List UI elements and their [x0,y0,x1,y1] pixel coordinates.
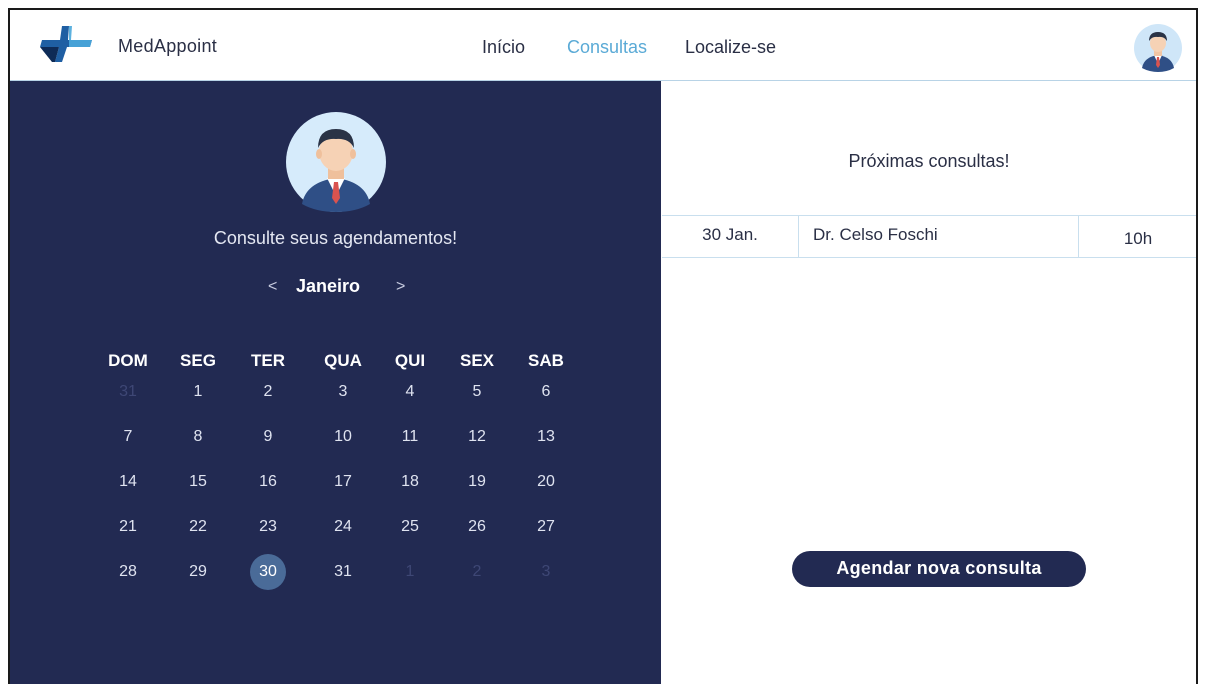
weekday-header: SAB [528,351,564,370]
weekday-header: QUA [324,351,362,370]
calendar-day[interactable]: 9 [248,422,288,452]
clipped-caption [0,0,1206,8]
calendar-day[interactable]: 6 [526,377,566,407]
calendar-day[interactable]: 28 [108,557,148,587]
calendar-day[interactable]: 3 [323,377,363,407]
calendar-day[interactable]: 21 [108,512,148,542]
calendar-day[interactable]: 5 [457,377,497,407]
calendar-day[interactable]: 14 [108,467,148,497]
calendar-subtitle: Consulte seus agendamentos! [213,228,458,248]
appointment-date: 30 Jan. [662,216,799,257]
calendar-day[interactable]: 8 [178,422,218,452]
calendar-day[interactable]: 17 [323,467,363,497]
user-avatar-icon[interactable] [1134,24,1182,72]
user-avatar-icon [286,112,386,212]
calendar-day[interactable]: 7 [108,422,148,452]
weekday-header: SEG [180,351,216,370]
appointment-row[interactable]: 30 Jan. Dr. Celso Foschi 10h [662,215,1196,258]
app-name[interactable]: MedAppoint [118,36,217,57]
calendar-day[interactable]: 26 [457,512,497,542]
calendar-day[interactable]: 22 [178,512,218,542]
calendar-day[interactable]: 11 [390,422,430,452]
weekday-header: TER [251,351,285,370]
calendar-day[interactable]: 16 [248,467,288,497]
appointment-doctor: Dr. Celso Foschi [799,216,1079,257]
weekday-header: DOM [108,351,148,370]
calendar-day[interactable]: 18 [390,467,430,497]
calendar-panel: Consulte seus agendamentos! < Janeiro > … [10,81,661,684]
calendar-day[interactable]: 29 [178,557,218,587]
calendar-day[interactable]: 25 [390,512,430,542]
calendar-day[interactable]: 3 [526,557,566,587]
chevron-right-icon[interactable]: > [396,278,405,296]
chevron-left-icon[interactable]: < [268,278,277,296]
top-navbar: MedAppoint Início Consultas Localize-se [10,10,1196,81]
calendar-day[interactable]: 15 [178,467,218,497]
calendar-day[interactable]: 10 [323,422,363,452]
calendar-day[interactable]: 12 [457,422,497,452]
weekday-header: SEX [459,351,495,370]
calendar-day[interactable]: 24 [323,512,363,542]
month-label: Janeiro [296,276,361,296]
app-window: MedAppoint Início Consultas Localize-se … [8,8,1198,684]
calendar-day[interactable]: 23 [248,512,288,542]
calendar-day[interactable]: 27 [526,512,566,542]
calendar-day[interactable]: 20 [526,467,566,497]
nav-inicio[interactable]: Início [482,37,525,58]
calendar-day[interactable]: 1 [390,557,430,587]
medappoint-logo-icon[interactable] [38,24,94,64]
calendar-day[interactable]: 19 [457,467,497,497]
calendar-day[interactable]: 13 [526,422,566,452]
calendar-day-selected[interactable]: 30 [250,554,286,590]
calendar-day[interactable]: 31 [108,377,148,407]
calendar-day[interactable]: 2 [248,377,288,407]
calendar-day[interactable]: 2 [457,557,497,587]
new-appointment-button[interactable]: Agendar nova consulta [792,551,1086,587]
calendar-day[interactable]: 31 [323,557,363,587]
upcoming-title: Próximas consultas! [848,151,1010,171]
appointment-time: 10h [1123,229,1153,248]
nav-consultas[interactable]: Consultas [567,37,647,58]
month-selector: < Janeiro > [260,276,410,300]
calendar-day[interactable]: 4 [390,377,430,407]
nav-localize-se[interactable]: Localize-se [685,37,776,58]
calendar-day[interactable]: 1 [178,377,218,407]
weekday-header: QUI [394,351,426,370]
